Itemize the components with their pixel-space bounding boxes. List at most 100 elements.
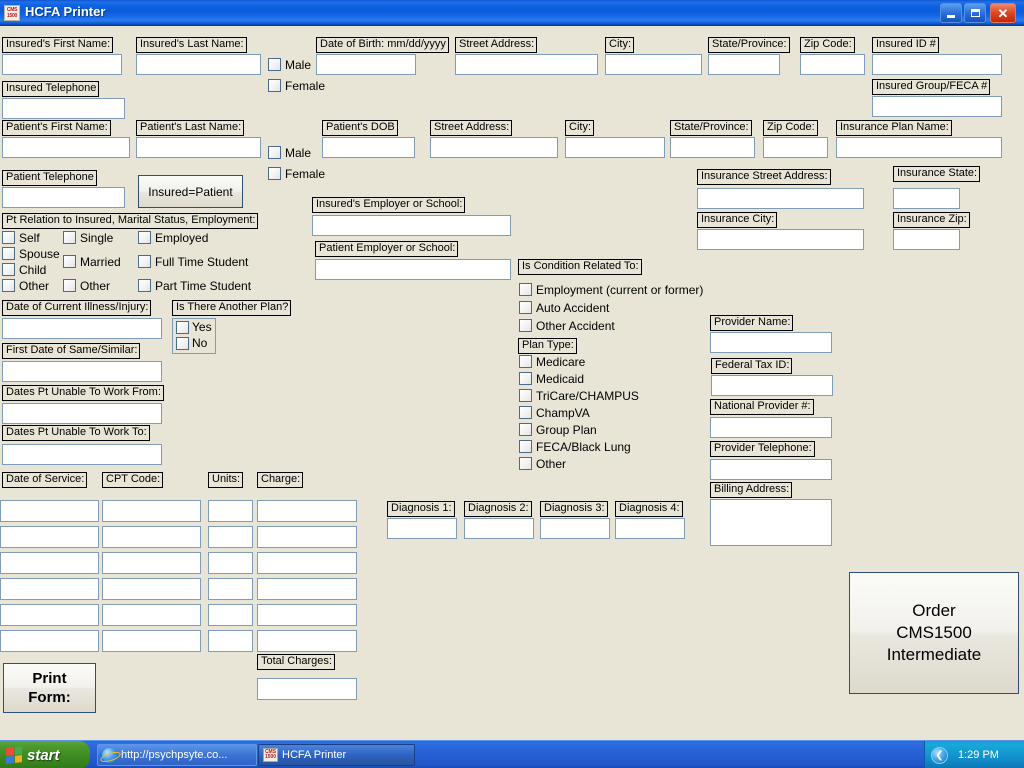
patient-gender-female-checkbox[interactable]	[268, 167, 281, 180]
diagnosis-4-input[interactable]	[615, 518, 685, 539]
insurance-zip-input[interactable]	[893, 229, 960, 250]
service-units-input-3[interactable]	[208, 552, 253, 574]
insurance-plan-name-input[interactable]	[836, 137, 1002, 158]
plan-type-champva-checkbox[interactable]	[519, 406, 532, 419]
provider-name-input[interactable]	[710, 332, 832, 353]
provider-telephone-input[interactable]	[710, 459, 832, 480]
print-form-button[interactable]: Print Form:	[3, 663, 96, 713]
insured-group-feca-input[interactable]	[872, 96, 1002, 117]
total-charges-input[interactable]	[257, 678, 357, 700]
service-date-input-1[interactable]	[0, 500, 99, 522]
taskbar-item-browser[interactable]: http://psychpsyte.co...	[97, 744, 257, 766]
service-cpt-input-6[interactable]	[102, 630, 201, 652]
insured-last-name-input[interactable]	[136, 54, 261, 75]
service-date-input-4[interactable]	[0, 578, 99, 600]
relation-self-checkbox[interactable]	[2, 231, 15, 244]
plan-type-group-plan-checkbox[interactable]	[519, 423, 532, 436]
service-charge-input-4[interactable]	[257, 578, 357, 600]
chevron-left-icon[interactable]: ❮	[931, 746, 948, 764]
insured-city-input[interactable]	[605, 54, 702, 75]
another-plan-no-checkbox[interactable]	[176, 337, 189, 350]
another-plan-yes-checkbox[interactable]	[176, 321, 189, 334]
service-cpt-input-2[interactable]	[102, 526, 201, 548]
patient-city-input[interactable]	[565, 137, 665, 158]
first-date-same-similar-input[interactable]	[2, 361, 162, 382]
federal-tax-id-input[interactable]	[711, 375, 833, 396]
insured-state-input[interactable]	[708, 54, 780, 75]
service-cpt-input-1[interactable]	[102, 500, 201, 522]
service-cpt-input-5[interactable]	[102, 604, 201, 626]
employment-full-time-student-checkbox[interactable]	[138, 255, 151, 268]
condition-employment-checkbox[interactable]	[519, 283, 532, 296]
insured-street-input[interactable]	[455, 54, 598, 75]
service-charge-input-2[interactable]	[257, 526, 357, 548]
employment-part-time-student-checkbox[interactable]	[138, 279, 151, 292]
marital-married-checkbox[interactable]	[63, 255, 76, 268]
service-charge-input-5[interactable]	[257, 604, 357, 626]
insured-zip-input[interactable]	[800, 54, 865, 75]
relation-spouse-checkbox[interactable]	[2, 247, 15, 260]
insured-gender-female-checkbox[interactable]	[268, 79, 281, 92]
relation-child-checkbox[interactable]	[2, 263, 15, 276]
insured-dob-input[interactable]	[316, 54, 416, 75]
service-units-input-2[interactable]	[208, 526, 253, 548]
restore-button[interactable]	[964, 3, 986, 23]
insurance-city-input[interactable]	[697, 229, 864, 250]
marital-single-checkbox[interactable]	[63, 231, 76, 244]
taskbar-item-hcfa-printer[interactable]: CMS 1500 HCFA Printer	[258, 744, 415, 766]
plan-type-tricare-checkbox[interactable]	[519, 389, 532, 402]
patient-telephone-input[interactable]	[2, 187, 125, 208]
service-units-input-4[interactable]	[208, 578, 253, 600]
service-units-input-6[interactable]	[208, 630, 253, 652]
minimize-button[interactable]	[940, 3, 962, 23]
diagnosis-2-input[interactable]	[464, 518, 534, 539]
condition-auto-accident-checkbox[interactable]	[519, 301, 532, 314]
service-date-input-6[interactable]	[0, 630, 99, 652]
plan-type-feca-checkbox[interactable]	[519, 440, 532, 453]
service-units-input-5[interactable]	[208, 604, 253, 626]
insured-first-name-input[interactable]	[2, 54, 122, 75]
service-units-input-1[interactable]	[208, 500, 253, 522]
diagnosis-3-input[interactable]	[540, 518, 610, 539]
plan-type-medicare-checkbox[interactable]	[519, 355, 532, 368]
employment-employed-checkbox[interactable]	[138, 231, 151, 244]
insurance-state-input[interactable]	[893, 188, 960, 209]
plan-type-medicaid-checkbox[interactable]	[519, 372, 532, 385]
service-cpt-input-4[interactable]	[102, 578, 201, 600]
marital-other-checkbox[interactable]	[63, 279, 76, 292]
billing-address-input[interactable]	[710, 499, 832, 546]
patient-first-name-input[interactable]	[2, 137, 130, 158]
patient-employer-input[interactable]	[315, 259, 511, 280]
insured-id-input[interactable]	[872, 54, 1002, 75]
plan-type-other-checkbox[interactable]	[519, 457, 532, 470]
taskbar: start http://psychpsyte.co... CMS 1500 HC…	[0, 740, 1024, 768]
patient-street-input[interactable]	[430, 137, 558, 158]
patient-last-name-input[interactable]	[136, 137, 261, 158]
patient-dob-input[interactable]	[322, 137, 415, 158]
insurance-street-input[interactable]	[697, 188, 864, 209]
patient-gender-male-checkbox[interactable]	[268, 146, 281, 159]
relation-other-checkbox[interactable]	[2, 279, 15, 292]
insured-equals-patient-button[interactable]: Insured=Patient	[138, 175, 243, 208]
service-charge-input-6[interactable]	[257, 630, 357, 652]
service-cpt-input-3[interactable]	[102, 552, 201, 574]
unable-to-work-to-input[interactable]	[2, 444, 162, 465]
order-cms1500-intermediate-button[interactable]: Order CMS1500 Intermediate	[849, 572, 1019, 694]
service-charge-input-1[interactable]	[257, 500, 357, 522]
service-date-input-3[interactable]	[0, 552, 99, 574]
start-button[interactable]: start	[0, 741, 90, 768]
diagnosis-1-input[interactable]	[387, 518, 457, 539]
patient-state-input[interactable]	[670, 137, 755, 158]
insured-gender-male-checkbox[interactable]	[268, 58, 281, 71]
insured-telephone-input[interactable]	[2, 98, 125, 119]
condition-other-accident-checkbox[interactable]	[519, 319, 532, 332]
patient-zip-input[interactable]	[763, 137, 828, 158]
service-charge-input-3[interactable]	[257, 552, 357, 574]
insured-employer-input[interactable]	[312, 215, 511, 236]
close-button[interactable]: ✕	[990, 3, 1016, 23]
date-current-illness-input[interactable]	[2, 318, 162, 339]
national-provider-input[interactable]	[710, 417, 832, 438]
service-date-input-5[interactable]	[0, 604, 99, 626]
service-date-input-2[interactable]	[0, 526, 99, 548]
unable-to-work-from-input[interactable]	[2, 403, 162, 424]
